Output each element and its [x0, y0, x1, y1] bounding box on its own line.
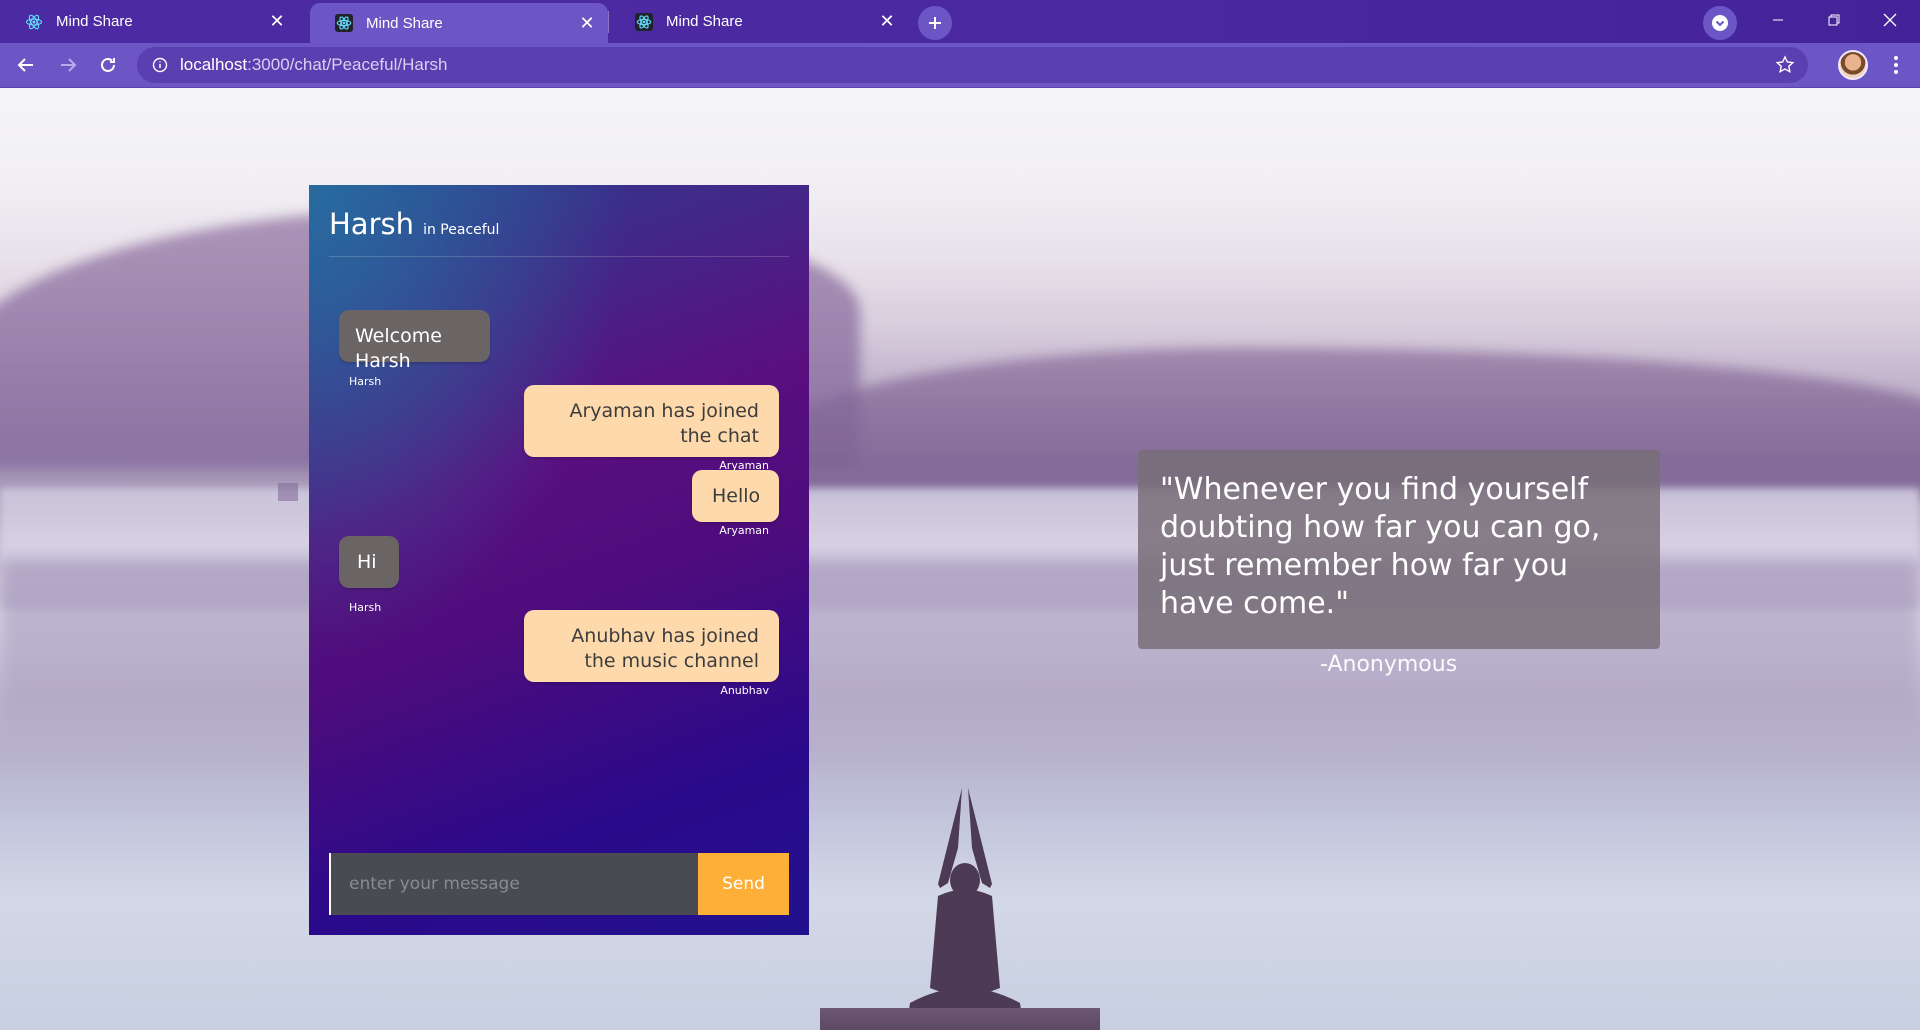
message-item: Anubhav has joined the music channel Anu…: [524, 610, 779, 697]
message-bubble: Anubhav has joined the music channel: [524, 610, 779, 682]
window-close-button[interactable]: [1862, 0, 1918, 40]
tab-title: Mind Share: [56, 13, 133, 30]
quote-card: "Whenever you find yourself doubting how…: [1138, 450, 1660, 649]
chat-username: Harsh: [329, 207, 414, 241]
close-icon[interactable]: ✕: [264, 9, 290, 35]
browser-tab[interactable]: Mind Share ✕: [610, 0, 908, 43]
react-icon: [634, 12, 654, 32]
message-bubble: Welcome Harsh: [339, 310, 490, 372]
tab-search-button[interactable]: [1703, 6, 1737, 40]
tab-separator: [608, 11, 609, 33]
send-button[interactable]: Send: [698, 853, 789, 915]
chat-panel: Harsh in Peaceful Welcome Harsh Harsh Ar…: [309, 185, 809, 935]
message-bubble: Hi: [339, 536, 399, 588]
browser-toolbar: localhost:3000/chat/Peaceful/Harsh: [0, 43, 1920, 88]
quote-author: -Anonymous: [1320, 652, 1458, 677]
chat-room-label: in Peaceful: [423, 222, 500, 238]
restore-icon: [1828, 14, 1840, 26]
message-bubble: Aryaman has joined the chat: [524, 385, 779, 457]
tab-strip: Mind Share ✕ Mind Share ✕ Mind Share ✕: [0, 0, 1920, 43]
message-item: Hi Harsh: [339, 536, 399, 614]
info-icon[interactable]: [150, 55, 170, 75]
message-item: Welcome Harsh Harsh: [339, 310, 490, 388]
pier-image: [820, 1008, 1100, 1030]
background-artifact: [278, 483, 298, 501]
forward-button[interactable]: [52, 49, 84, 81]
tab-title: Mind Share: [666, 13, 743, 30]
message-sender: Harsh: [349, 601, 382, 614]
react-icon: [334, 13, 354, 33]
avatar[interactable]: [1838, 50, 1868, 80]
browser-tab[interactable]: Mind Share ✕: [0, 0, 298, 43]
quote-text: "Whenever you find yourself doubting how…: [1160, 472, 1601, 621]
message-list: Welcome Harsh Harsh Aryaman has joined t…: [309, 265, 809, 835]
close-icon[interactable]: ✕: [874, 9, 900, 35]
message-sender: Harsh: [349, 375, 382, 388]
close-icon[interactable]: ✕: [574, 10, 600, 36]
message-sender: Anubhav: [720, 684, 769, 697]
arrow-left-icon: [17, 58, 33, 72]
chevron-down-icon: [1712, 15, 1728, 31]
message-item: Aryaman has joined the chat Aryaman: [524, 385, 779, 472]
back-button[interactable]: [10, 49, 42, 81]
message-bubble: Hello: [692, 470, 779, 522]
message-sender: Aryaman: [719, 524, 769, 537]
message-composer: Send: [329, 853, 789, 915]
meditating-person-image: [906, 788, 1024, 1030]
browser-tab-active[interactable]: Mind Share ✕: [310, 3, 608, 43]
close-icon: [1883, 13, 1897, 27]
minimize-button[interactable]: [1750, 0, 1806, 40]
tab-title: Mind Share: [366, 14, 443, 32]
url-host: localhost: [180, 55, 248, 74]
minimize-icon: [1773, 19, 1783, 21]
new-tab-button[interactable]: [918, 6, 952, 40]
message-item: Hello Aryaman: [692, 470, 779, 537]
reload-button[interactable]: [92, 49, 124, 81]
arrow-right-icon: [61, 58, 77, 72]
star-icon[interactable]: [1774, 54, 1796, 76]
url-path: :3000/chat/Peaceful/Harsh: [247, 55, 448, 74]
url-text: localhost:3000/chat/Peaceful/Harsh: [180, 55, 447, 75]
address-bar[interactable]: localhost:3000/chat/Peaceful/Harsh: [137, 47, 1808, 83]
reload-icon: [101, 57, 115, 72]
kebab-menu-icon[interactable]: [1883, 50, 1909, 80]
chat-header: Harsh in Peaceful: [329, 207, 789, 257]
restore-button[interactable]: [1806, 0, 1862, 40]
react-icon: [24, 12, 44, 32]
message-input[interactable]: [329, 853, 698, 915]
plus-icon: [929, 17, 941, 29]
